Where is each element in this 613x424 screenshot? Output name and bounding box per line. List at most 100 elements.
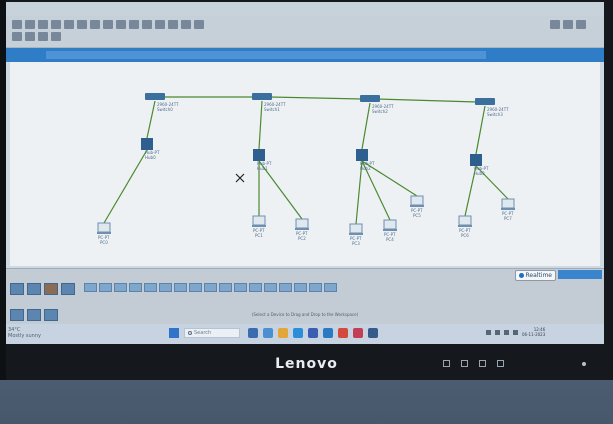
- menu-button-icon[interactable]: [461, 360, 468, 367]
- device-model-icon[interactable]: [294, 283, 307, 292]
- paste-icon[interactable]: [90, 20, 100, 29]
- device-model-icon[interactable]: [264, 283, 277, 292]
- logical-workspace[interactable]: 2960-24TT Switch0 2960-24TT Switch1 2960-24T…: [10, 62, 600, 266]
- pc-icon[interactable]: [383, 219, 397, 230]
- packet-tracer-icon[interactable]: [368, 328, 378, 338]
- hub-name: Hub2: [360, 166, 371, 171]
- media-icon[interactable]: [353, 328, 363, 338]
- device-drag-hint: (Select a Device to Drag and Drop to the…: [251, 312, 359, 317]
- battery-icon[interactable]: [513, 329, 518, 335]
- pc-icon[interactable]: [410, 195, 424, 206]
- pc-base-icon: [349, 233, 363, 235]
- select-tool-icon[interactable]: [550, 20, 560, 29]
- add-pdu-icon[interactable]: [51, 32, 61, 41]
- print-icon[interactable]: [51, 20, 61, 29]
- help-icon[interactable]: [194, 20, 204, 29]
- search-placeholder: Search: [194, 330, 212, 336]
- device-model-icon[interactable]: [234, 283, 247, 292]
- note-tool-icon[interactable]: [25, 32, 35, 41]
- zoom-reset-icon[interactable]: [142, 20, 152, 29]
- device-model-icon[interactable]: [174, 283, 187, 292]
- brightness-button-icon[interactable]: [479, 360, 486, 367]
- device-model-icon[interactable]: [114, 283, 127, 292]
- hub-icon[interactable]: [141, 138, 153, 150]
- palette-icon[interactable]: [168, 20, 178, 29]
- save-icon[interactable]: [38, 20, 48, 29]
- office-icon[interactable]: [338, 328, 348, 338]
- mail-icon[interactable]: [323, 328, 333, 338]
- mode-bar[interactable]: [558, 270, 602, 279]
- store-icon[interactable]: [308, 328, 318, 338]
- taskbar-search[interactable]: Search: [184, 328, 240, 338]
- pc-icon[interactable]: [349, 223, 363, 234]
- zoom-in-icon[interactable]: [129, 20, 139, 29]
- new-file-icon[interactable]: [12, 20, 22, 29]
- device-template-icon[interactable]: [181, 20, 191, 29]
- device-model-icon[interactable]: [84, 283, 97, 292]
- task-view-icon[interactable]: [248, 328, 258, 338]
- redo-icon[interactable]: [116, 20, 126, 29]
- device-model-icon[interactable]: [144, 283, 157, 292]
- uplink-link[interactable]: [258, 100, 263, 150]
- exit-button-icon[interactable]: [497, 360, 504, 367]
- weather-widget[interactable]: 34°C Mostly sunny: [8, 327, 41, 339]
- device-model-icon[interactable]: [159, 283, 172, 292]
- uplink-link[interactable]: [475, 105, 486, 155]
- windows-start-icon[interactable]: [169, 328, 179, 338]
- pc-icon[interactable]: [295, 218, 309, 229]
- switches-category-icon[interactable]: [27, 283, 41, 295]
- connections-category-icon[interactable]: [44, 283, 58, 295]
- hub-icon[interactable]: [253, 149, 265, 161]
- network-topology[interactable]: 2960-24TTSwitch02960-24TTSwitch12960-24T…: [10, 62, 600, 266]
- uplink-link[interactable]: [146, 100, 156, 139]
- realtime-mode-button[interactable]: Realtime: [514, 270, 556, 281]
- routers-category-icon[interactable]: [10, 283, 24, 295]
- pc-icon[interactable]: [501, 198, 515, 209]
- copy-icon[interactable]: [77, 20, 87, 29]
- chevron-up-icon[interactable]: [486, 329, 491, 335]
- hub-pc-link[interactable]: [103, 149, 148, 224]
- workspace-tabs[interactable]: [6, 48, 604, 62]
- inspect-tool-icon[interactable]: [563, 20, 573, 29]
- pc-icon[interactable]: [458, 215, 472, 226]
- pc-icon[interactable]: [97, 222, 111, 233]
- switch-icon[interactable]: [145, 93, 165, 100]
- input-button-icon[interactable]: [443, 360, 450, 367]
- draw-tool-icon[interactable]: [38, 32, 48, 41]
- logical-tab-bar[interactable]: [46, 51, 486, 59]
- device-model-icon[interactable]: [129, 283, 142, 292]
- device-model-icon[interactable]: [249, 283, 262, 292]
- wifi-icon[interactable]: [495, 329, 500, 335]
- device-model-icon[interactable]: [309, 283, 322, 292]
- device-model-icon[interactable]: [99, 283, 112, 292]
- device-model-icon[interactable]: [279, 283, 292, 292]
- switch-icon[interactable]: [360, 95, 380, 102]
- switch-icon[interactable]: [252, 93, 272, 100]
- hub-icon[interactable]: [470, 154, 482, 166]
- resize-tool-icon[interactable]: [12, 32, 22, 41]
- taskbar-clock[interactable]: 12:46 06-11-2023: [522, 327, 545, 337]
- backbone-link[interactable]: [269, 96, 363, 100]
- device-model-icon[interactable]: [324, 283, 337, 292]
- hub-icon[interactable]: [356, 149, 368, 161]
- zoom-out-icon[interactable]: [155, 20, 165, 29]
- speaker-icon[interactable]: [504, 329, 509, 335]
- device-model-icon[interactable]: [189, 283, 202, 292]
- widgets-icon[interactable]: [263, 328, 273, 338]
- switch-icon[interactable]: [475, 98, 495, 105]
- open-file-icon[interactable]: [25, 20, 35, 29]
- backbone-link[interactable]: [377, 98, 478, 103]
- device-model-icon[interactable]: [219, 283, 232, 292]
- file-explorer-icon[interactable]: [278, 328, 288, 338]
- delete-tool-icon[interactable]: [576, 20, 586, 29]
- edge-browser-icon[interactable]: [293, 328, 303, 338]
- end-devices-category-icon[interactable]: [61, 283, 75, 295]
- pc-icon[interactable]: [252, 215, 266, 226]
- search-icon: [188, 331, 192, 335]
- activity-wizard-icon[interactable]: [64, 20, 74, 29]
- device-model-icon[interactable]: [204, 283, 217, 292]
- uplink-link[interactable]: [361, 102, 371, 150]
- undo-icon[interactable]: [103, 20, 113, 29]
- window-titlebar: [6, 2, 604, 16]
- pc-base-icon: [410, 205, 424, 207]
